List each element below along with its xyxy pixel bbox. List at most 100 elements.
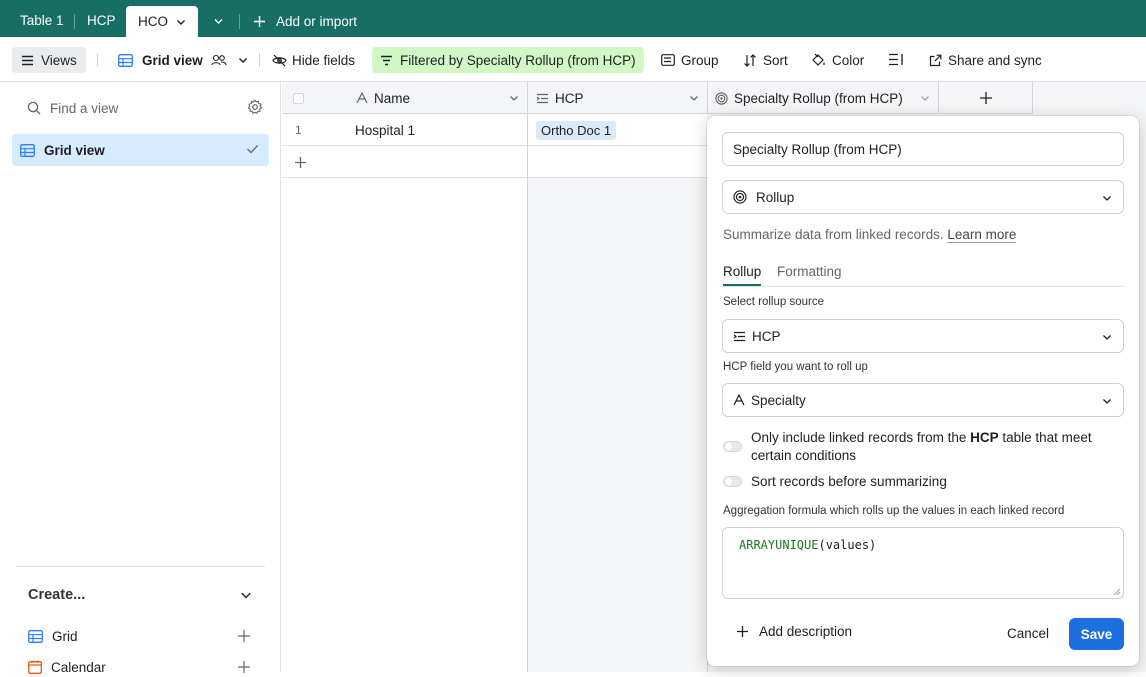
- add-field-button[interactable]: [939, 82, 1033, 114]
- filter-label: Filtered by Specialty Rollup (from HCP): [400, 52, 636, 68]
- create-grid-label: Grid: [52, 628, 78, 644]
- plus-icon: [295, 157, 306, 168]
- tab-formatting[interactable]: Formatting: [777, 264, 842, 279]
- plus-icon: [737, 626, 748, 637]
- cell-hcp[interactable]: Ortho Doc 1: [528, 114, 708, 146]
- conditions-option-text: Only include linked records from the HCP…: [751, 429, 1111, 465]
- chevron-down-icon: [238, 58, 247, 63]
- add-description-button[interactable]: Add description: [736, 624, 852, 639]
- plus-icon[interactable]: [237, 629, 251, 643]
- primary-column-background: [282, 177, 527, 672]
- more-tables-chevron-icon[interactable]: [213, 16, 224, 26]
- grid-icon: [20, 143, 35, 157]
- chevron-down-icon[interactable]: [920, 93, 930, 103]
- chevron-down-icon: [1103, 335, 1111, 340]
- column-header-label: HCP: [555, 90, 584, 106]
- share-and-sync-label: Share and sync: [948, 52, 1042, 68]
- text-field-icon: [356, 92, 368, 104]
- rollup-icon: [715, 91, 728, 105]
- tab-table-1[interactable]: Table 1: [20, 6, 64, 37]
- text-field-icon: [733, 394, 745, 406]
- grid-view-label: Grid view: [142, 52, 203, 68]
- chevron-down-icon[interactable]: [240, 589, 252, 601]
- resize-handle-icon[interactable]: [1113, 588, 1121, 596]
- formula-function: ARRAYUNIQUE: [739, 538, 819, 552]
- conditions-text-pre: Only include linked records from the: [751, 430, 971, 445]
- share-and-sync-button[interactable]: Share and sync: [929, 47, 1042, 73]
- row-height-icon[interactable]: [888, 53, 904, 66]
- views-button[interactable]: Views: [12, 47, 86, 73]
- filter-button[interactable]: Filtered by Specialty Rollup (from HCP): [372, 47, 644, 73]
- grid-icon: [118, 53, 133, 67]
- color-button[interactable]: Color: [811, 47, 864, 73]
- linked-record-pill[interactable]: Ortho Doc 1: [536, 120, 617, 140]
- hamburger-icon: [22, 55, 33, 65]
- conditions-table-name: HCP: [970, 430, 999, 445]
- add-or-import-label: Add or import: [276, 13, 358, 29]
- hide-fields-label: Hide fields: [292, 52, 356, 68]
- filter-icon: [381, 55, 392, 65]
- field-config-popup: Specialty Rollup (from HCP) Rollup Summa…: [707, 116, 1139, 666]
- tab-hco-label: HCO: [138, 13, 168, 29]
- field-type-select[interactable]: Rollup: [722, 180, 1124, 214]
- gear-icon[interactable]: [247, 99, 263, 115]
- tab-divider: [239, 14, 240, 29]
- linked-record-icon: [733, 331, 745, 341]
- chevron-down-icon[interactable]: [689, 93, 699, 103]
- tab-divider: [74, 14, 75, 29]
- add-description-label: Add description: [759, 624, 853, 639]
- views-label: Views: [41, 52, 77, 68]
- column-header-label: Specialty Rollup (from HCP): [734, 90, 903, 106]
- toolbar-divider: [259, 53, 260, 67]
- column-header-specialty-rollup[interactable]: Specialty Rollup (from HCP): [708, 82, 939, 114]
- grid-icon: [28, 629, 43, 643]
- sidebar-item-grid-view[interactable]: Grid view: [12, 134, 269, 166]
- cancel-button[interactable]: Cancel: [1007, 626, 1049, 641]
- add-or-import-button[interactable]: Add or import: [253, 6, 357, 37]
- tab-hco[interactable]: HCO: [126, 6, 198, 37]
- checkmark-icon: [247, 145, 258, 154]
- rollup-field-value: Specialty: [751, 392, 806, 408]
- table-row[interactable]: 1 Hospital 1 Ortho Doc 1: [282, 114, 707, 146]
- conditions-toggle[interactable]: [723, 441, 742, 452]
- aggregation-formula-input[interactable]: ARRAYUNIQUE(values): [722, 527, 1124, 599]
- tab-rollup[interactable]: Rollup: [723, 264, 762, 286]
- row-divider: [527, 146, 528, 178]
- select-all-checkbox[interactable]: [293, 92, 304, 104]
- rollup-field-label: HCP field you want to roll up: [723, 361, 868, 373]
- rollup-field-select[interactable]: Specialty: [722, 383, 1124, 417]
- select-all-cell[interactable]: [282, 82, 342, 114]
- learn-more-link[interactable]: Learn more: [947, 227, 1017, 243]
- views-sidebar: Find a view Grid view Create... Grid Cal…: [0, 82, 281, 675]
- chevron-down-icon[interactable]: [509, 93, 519, 103]
- grid-view-switcher[interactable]: Grid view: [118, 47, 248, 73]
- field-type-label: Rollup: [756, 189, 795, 205]
- column-header-name[interactable]: Name: [342, 82, 528, 114]
- rollup-source-select[interactable]: HCP: [722, 319, 1124, 353]
- sort-button[interactable]: Sort: [743, 47, 788, 73]
- sort-records-toggle[interactable]: [723, 476, 742, 487]
- hide-fields-button[interactable]: Hide fields: [272, 47, 355, 73]
- create-heading[interactable]: Create...: [28, 587, 85, 603]
- create-divider: [16, 566, 265, 567]
- formula-args: (values): [818, 538, 877, 552]
- cell-name[interactable]: Hospital 1: [342, 114, 528, 146]
- save-button[interactable]: Save: [1069, 618, 1124, 650]
- sort-records-option-text: Sort records before summarizing: [751, 474, 947, 489]
- rollup-source-value: HCP: [752, 328, 781, 344]
- row-number: 1: [295, 123, 302, 137]
- create-calendar-item[interactable]: Calendar: [28, 657, 106, 677]
- group-button[interactable]: Group: [661, 47, 719, 73]
- tab-hcp[interactable]: HCP: [87, 6, 116, 37]
- sort-icon: [744, 53, 756, 67]
- chevron-down-icon[interactable]: [176, 17, 186, 27]
- create-grid-item[interactable]: Grid: [28, 626, 78, 646]
- rollup-tabs: Rollup Formatting: [723, 264, 1124, 287]
- add-row[interactable]: [282, 146, 707, 178]
- external-link-icon: [929, 54, 942, 66]
- paint-bucket-icon: [812, 53, 825, 66]
- find-view-search[interactable]: Find a view: [12, 94, 269, 122]
- field-name-input[interactable]: Specialty Rollup (from HCP): [722, 132, 1124, 166]
- aggregation-formula-label: Aggregation formula which rolls up the v…: [723, 505, 1065, 517]
- column-header-hcp[interactable]: HCP: [528, 82, 708, 114]
